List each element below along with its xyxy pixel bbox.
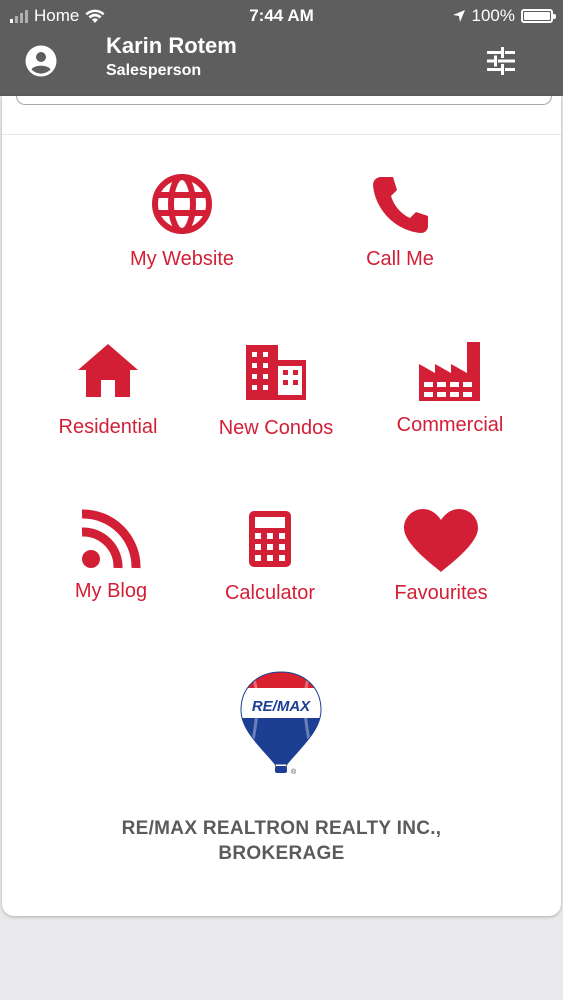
agent-role: Salesperson [106, 62, 202, 79]
call-me-button[interactable]: Call Me [325, 174, 475, 271]
header-titles: Karin Rotem Salesperson [106, 34, 237, 82]
favourites-button[interactable]: Favourites [366, 508, 516, 605]
content-card [2, 96, 561, 916]
remax-balloon-logo: RE/MAX ® [240, 671, 322, 776]
logo-text: RE/MAX [252, 698, 311, 715]
my-website-label: My Website [129, 248, 235, 270]
my-blog-button[interactable]: My Blog [36, 508, 186, 603]
status-right: 100% [452, 6, 556, 26]
search-field-edge[interactable] [16, 96, 552, 105]
calculator-label: Calculator [224, 582, 316, 604]
call-me-label: Call Me [366, 248, 434, 270]
my-website-button[interactable]: My Website [107, 172, 257, 271]
new-condos-button[interactable]: New Condos [201, 343, 351, 440]
agent-name: Karin Rotem [106, 33, 237, 58]
registered-mark: ® [291, 768, 297, 776]
residential-label: Residential [58, 416, 158, 438]
new-condos-label: New Condos [218, 417, 334, 439]
app-header: Home 7:44 AM 100% Karin Rotem Salesperso… [0, 0, 563, 96]
battery-percent: 100% [471, 6, 515, 25]
my-blog-label: My Blog [74, 580, 148, 602]
battery-icon [521, 9, 556, 23]
location-arrow-icon [452, 10, 465, 22]
favourites-label: Favourites [394, 582, 488, 604]
residential-button[interactable]: Residential [33, 342, 183, 439]
divider [2, 134, 561, 135]
tune-sliders-icon[interactable] [484, 44, 518, 78]
calculator-icon [249, 511, 291, 567]
calculator-button[interactable]: Calculator [195, 510, 345, 605]
commercial-button[interactable]: Commercial [375, 338, 525, 437]
brokerage-line-2: BROKERAGE [218, 843, 345, 864]
globe-icon [152, 174, 212, 234]
brokerage-name: RE/MAX REALTRON REALTY INC., BROKERAGE [0, 816, 563, 866]
rss-icon [81, 509, 141, 569]
factory-icon [419, 342, 480, 401]
status-bar: Home 7:44 AM 100% [0, 0, 563, 32]
account-circle-icon[interactable] [24, 44, 58, 78]
building-icon [246, 345, 306, 400]
brokerage-line-1: RE/MAX REALTRON REALTY INC., [121, 818, 442, 839]
phone-icon [373, 177, 428, 233]
heart-icon [404, 509, 478, 572]
commercial-label: Commercial [396, 414, 504, 436]
house-icon [78, 344, 138, 397]
